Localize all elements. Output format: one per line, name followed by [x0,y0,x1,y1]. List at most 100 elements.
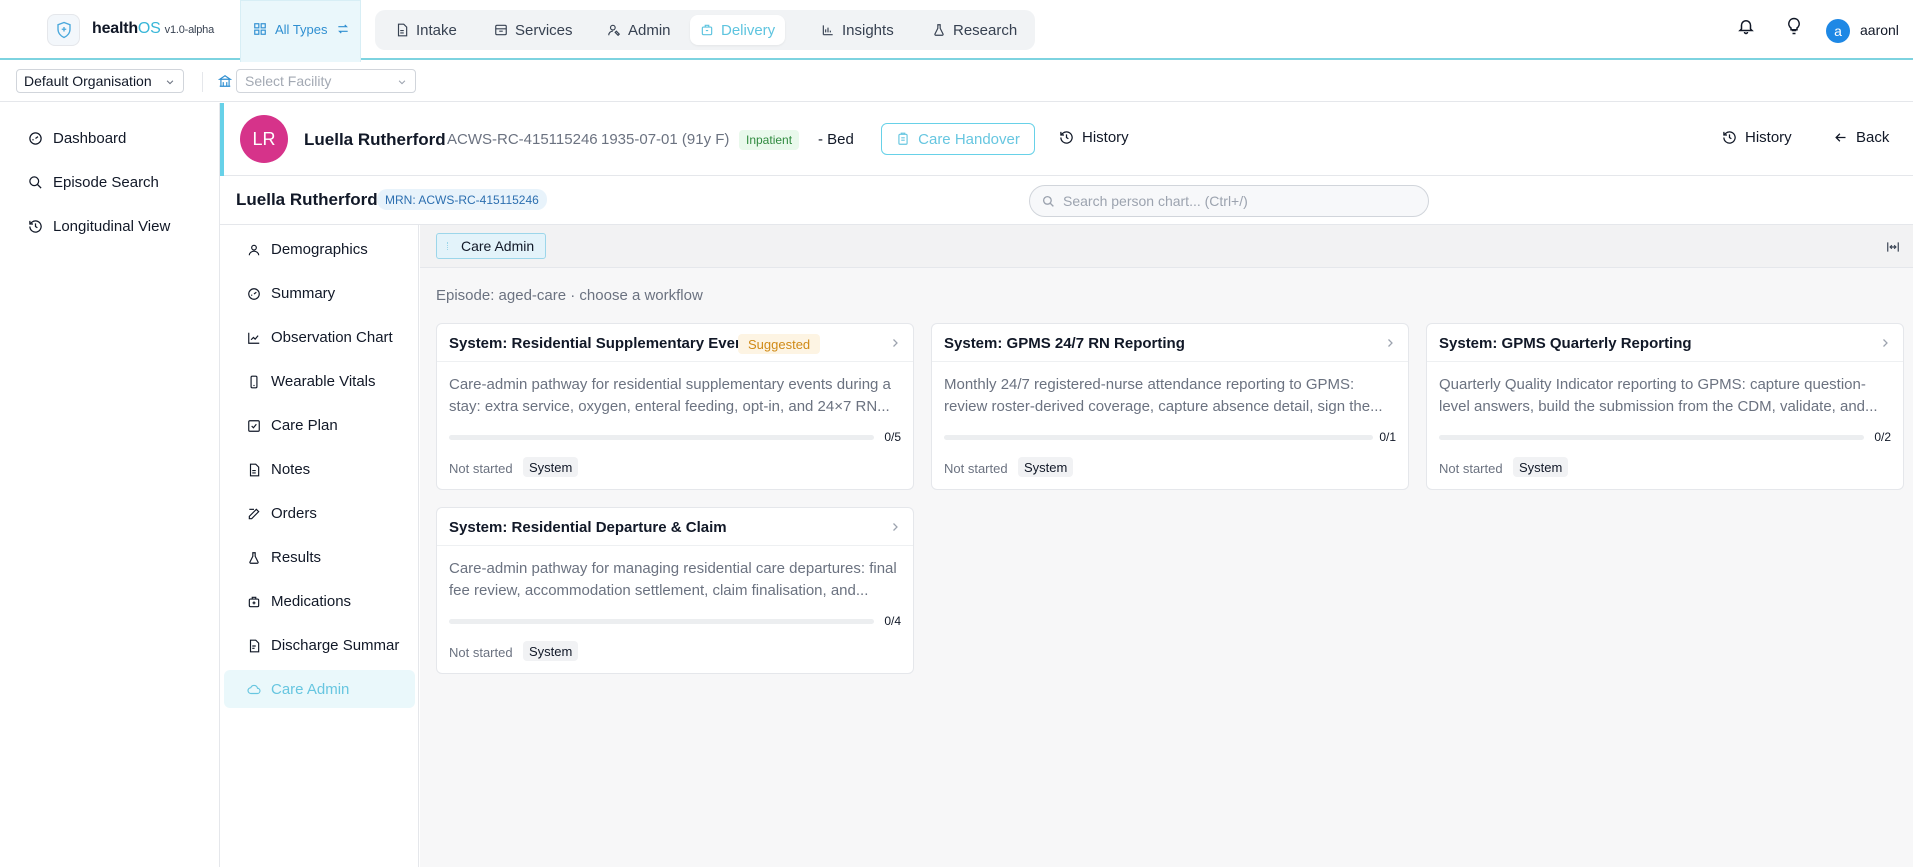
nav-delivery[interactable]: Delivery [690,15,786,45]
card-status: Not started [449,645,513,660]
card-title: System: GPMS Quarterly Reporting [1439,335,1692,352]
chevron-right-icon [1388,339,1393,347]
chart-nav-summary[interactable]: Summary [247,285,335,302]
chart-nav-demographics[interactable]: Demographics [247,241,368,258]
card-title: System: Residential Supplementary Events [449,335,758,352]
card-description: Monthly 24/7 registered-nurse attendance… [944,376,1383,415]
health-shield-icon [56,21,71,39]
logo[interactable] [47,14,80,46]
chart-patient-name: Luella Rutherford [236,190,378,209]
chart-nav-care-admin[interactable]: Care Admin [247,681,349,698]
delivery-icon [701,24,713,36]
chevron-right-icon [893,523,898,531]
tab-strip: Care Admin [420,225,1913,268]
header-accent [220,103,224,176]
card-status: Not started [944,461,1008,476]
chart-nav-orders[interactable]: Orders [247,505,317,522]
history-icon [1060,131,1073,144]
bell-icon[interactable] [1737,17,1755,35]
back-button[interactable]: Back [1833,129,1889,146]
lightbulb-icon[interactable] [1785,17,1803,35]
history-icon [1723,131,1736,144]
chart-nav-notes[interactable]: Notes [247,461,310,478]
nav-admin[interactable]: Admin [597,15,681,45]
progress-count: 0/5 [884,430,901,444]
dashboard-icon [29,132,42,145]
history-button[interactable]: History [1059,129,1129,146]
care-handover-button[interactable]: Care Handover [881,123,1035,155]
medical-bag-icon [248,596,260,607]
history-icon [29,220,42,233]
progress-bar [1439,435,1864,440]
org-bar: Default Organisation Select Facility [0,62,1913,102]
system-tag: System [1513,457,1569,477]
nav-services[interactable]: Services [484,15,583,45]
line-chart-icon [248,332,260,344]
progress-bar [449,619,874,624]
patient-avatar: LR [240,115,288,163]
workflow-card-gpms-rn-reporting[interactable]: System: GPMS 24/7 RN Reporting Monthly 2… [931,323,1409,490]
sidebar: Dashboard Episode Search Longitudinal Vi… [0,103,220,867]
chart-nav-medications[interactable]: Medications [247,593,351,610]
card-status: Not started [1439,461,1503,476]
clipboard-icon [898,132,908,145]
chart-nav-wearable-vitals[interactable]: Wearable Vitals [247,373,376,390]
collapse-panel-icon[interactable] [1886,241,1900,253]
chart-search-input[interactable]: Search person chart... (Ctrl+/) [1029,185,1429,217]
progress-count: 0/1 [1379,430,1396,444]
nav-research[interactable]: Research [922,15,1027,45]
chart-nav-care-plan[interactable]: Care Plan [247,417,338,434]
chevron-down-icon [166,80,174,85]
user-avatar[interactable]: a [1826,19,1850,43]
chevron-down-icon [398,80,406,85]
suggested-badge: Suggested [738,334,821,354]
brand-name: healthOS v1.0-alpha [92,20,215,37]
sidebar-item-episode-search[interactable]: Episode Search [28,174,159,191]
history-button-right[interactable]: History [1722,129,1792,146]
chart-nav-results[interactable]: Results [247,549,321,566]
username[interactable]: aaronl [1860,22,1899,38]
system-tag: System [523,457,579,477]
workflow-card-gpms-quarterly[interactable]: System: GPMS Quarterly Reporting Quarter… [1426,323,1904,490]
workflow-card-departure-claim[interactable]: System: Residential Departure & Claim Ca… [436,507,914,674]
card-title: System: GPMS 24/7 RN Reporting [944,335,1185,352]
search-icon [29,176,42,189]
tab-care-admin[interactable]: Care Admin [436,233,547,259]
chevron-right-icon [1883,339,1888,347]
card-header: System: GPMS 24/7 RN Reporting [932,324,1408,362]
divider [202,72,203,92]
card-header: System: Residential Departure & Claim [437,508,913,546]
phone-icon [250,375,258,388]
flask-icon [934,24,944,36]
patient-mrn: ACWS-RC-415115246 [447,131,598,148]
chart-nav-discharge-summary[interactable]: Discharge Summar [247,637,399,654]
workflow-card-supplementary-events[interactable]: System: Residential Supplementary Events… [436,323,914,490]
episode-context: Episode: aged-care · choose a workflow [436,287,703,304]
arrow-left-icon [1835,133,1846,142]
mrn-badge: MRN: ACWS-RC-415115246 [377,189,547,210]
bar-chart-icon [822,25,833,36]
flask-icon [249,551,259,564]
note-icon [249,463,260,476]
status-badge: Inpatient [739,130,800,150]
progress-bar [944,435,1373,440]
card-description: Quarterly Quality Indicator reporting to… [1439,376,1878,415]
search-icon [1042,195,1054,207]
organisation-select[interactable]: Default Organisation [16,69,184,93]
nav-intake[interactable]: Intake [385,15,467,45]
discharge-icon [249,639,260,652]
sidebar-item-dashboard[interactable]: Dashboard [28,130,126,147]
sidebar-item-longitudinal-view[interactable]: Longitudinal View [28,218,170,235]
card-header: System: Residential Supplementary Events… [437,324,913,362]
all-types-label: All Types [275,22,328,37]
card-header: System: GPMS Quarterly Reporting [1427,324,1903,362]
facility-select[interactable]: Select Facility [236,69,416,93]
nav-insights[interactable]: Insights [811,15,904,45]
swap-icon [337,24,348,34]
box-icon [495,24,507,36]
search-placeholder: Search person chart... (Ctrl+/) [1063,193,1248,209]
chart-nav-observation-chart[interactable]: Observation Chart [247,329,393,346]
all-types-switcher[interactable]: All Types [240,0,361,64]
checkbox-icon [248,419,260,432]
card-description: Care-admin pathway for managing resident… [449,560,897,599]
